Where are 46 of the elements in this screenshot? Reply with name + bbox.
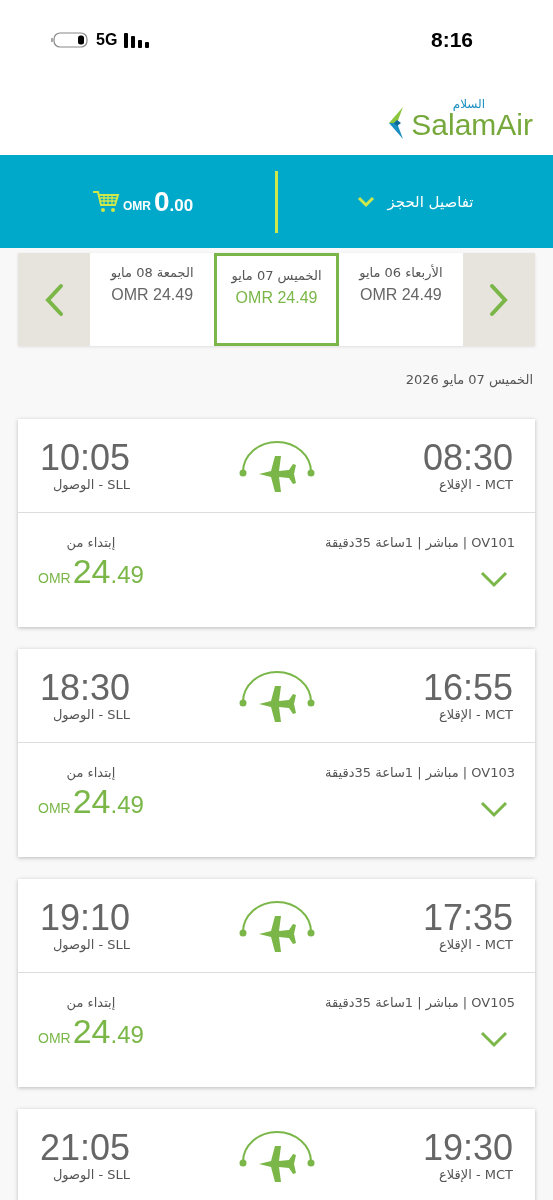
flight-info: OV101 | مباشر | 1ساعة 35دقيقة: [325, 535, 515, 550]
price-caption: إبتداء من: [66, 765, 116, 780]
departure-label: MCT - الإقلاع: [439, 476, 513, 492]
next-dates-button[interactable]: [463, 253, 535, 346]
cart-icon[interactable]: [91, 189, 120, 214]
chevron-down-icon[interactable]: [479, 800, 509, 818]
previous-dates-button[interactable]: [18, 253, 90, 346]
price-caption: إبتداء من: [66, 535, 116, 550]
arrival-time: 19:10: [40, 899, 131, 937]
signal-icon: [123, 32, 152, 48]
currency-label: OMR: [38, 800, 71, 816]
fare-price: 24.49: [72, 782, 144, 821]
departure-time: 19:30: [422, 1129, 513, 1167]
fare-price: 24.49: [72, 1012, 144, 1051]
cart-total: 0.00: [153, 185, 194, 218]
departure-time: 17:35: [422, 899, 513, 937]
departure-label: MCT - الإقلاع: [439, 936, 513, 952]
currency-label: OMR: [38, 570, 71, 586]
chevron-down-icon[interactable]: [479, 570, 509, 588]
flight-info: OV105 | مباشر | 1ساعة 35دقيقة: [325, 995, 515, 1010]
currency-label: OMR: [38, 1030, 71, 1046]
chevron-down-icon[interactable]: [479, 1030, 509, 1048]
chevron-left-icon: [43, 282, 65, 317]
network-type: 5G: [96, 31, 118, 49]
logo-arabic-text: السلام: [452, 98, 485, 110]
arrival-label: SLL - الوصول: [52, 476, 131, 492]
chevron-down-icon: [357, 195, 376, 208]
price-caption: إبتداء من: [66, 995, 116, 1010]
departure-label: MCT - الإقلاع: [439, 1166, 513, 1182]
departure-time: 08:30: [422, 439, 513, 477]
selected-date: الخميس 07 مايو 2026: [405, 372, 533, 387]
battery-icon: [50, 31, 90, 49]
arrival-time: 10:05: [40, 439, 131, 477]
arrival-label: SLL - الوصول: [52, 706, 131, 722]
arrival-time: 18:30: [40, 669, 131, 707]
fare-price: 24.49: [72, 552, 144, 591]
departure-label: MCT - الإقلاع: [439, 706, 513, 722]
flight-info: OV103 | مباشر | 1ساعة 35دقيقة: [325, 765, 515, 780]
arrival-label: SLL - الوصول: [52, 1166, 131, 1182]
currency-label: OMR: [122, 198, 151, 213]
arrival-time: 21:05: [40, 1129, 131, 1167]
chevron-right-icon: [488, 282, 510, 317]
departure-time: 16:55: [422, 669, 513, 707]
arrival-label: SLL - الوصول: [52, 936, 131, 952]
logo-text: SalamAir: [411, 110, 533, 140]
clock-time: 8:16: [430, 28, 473, 52]
